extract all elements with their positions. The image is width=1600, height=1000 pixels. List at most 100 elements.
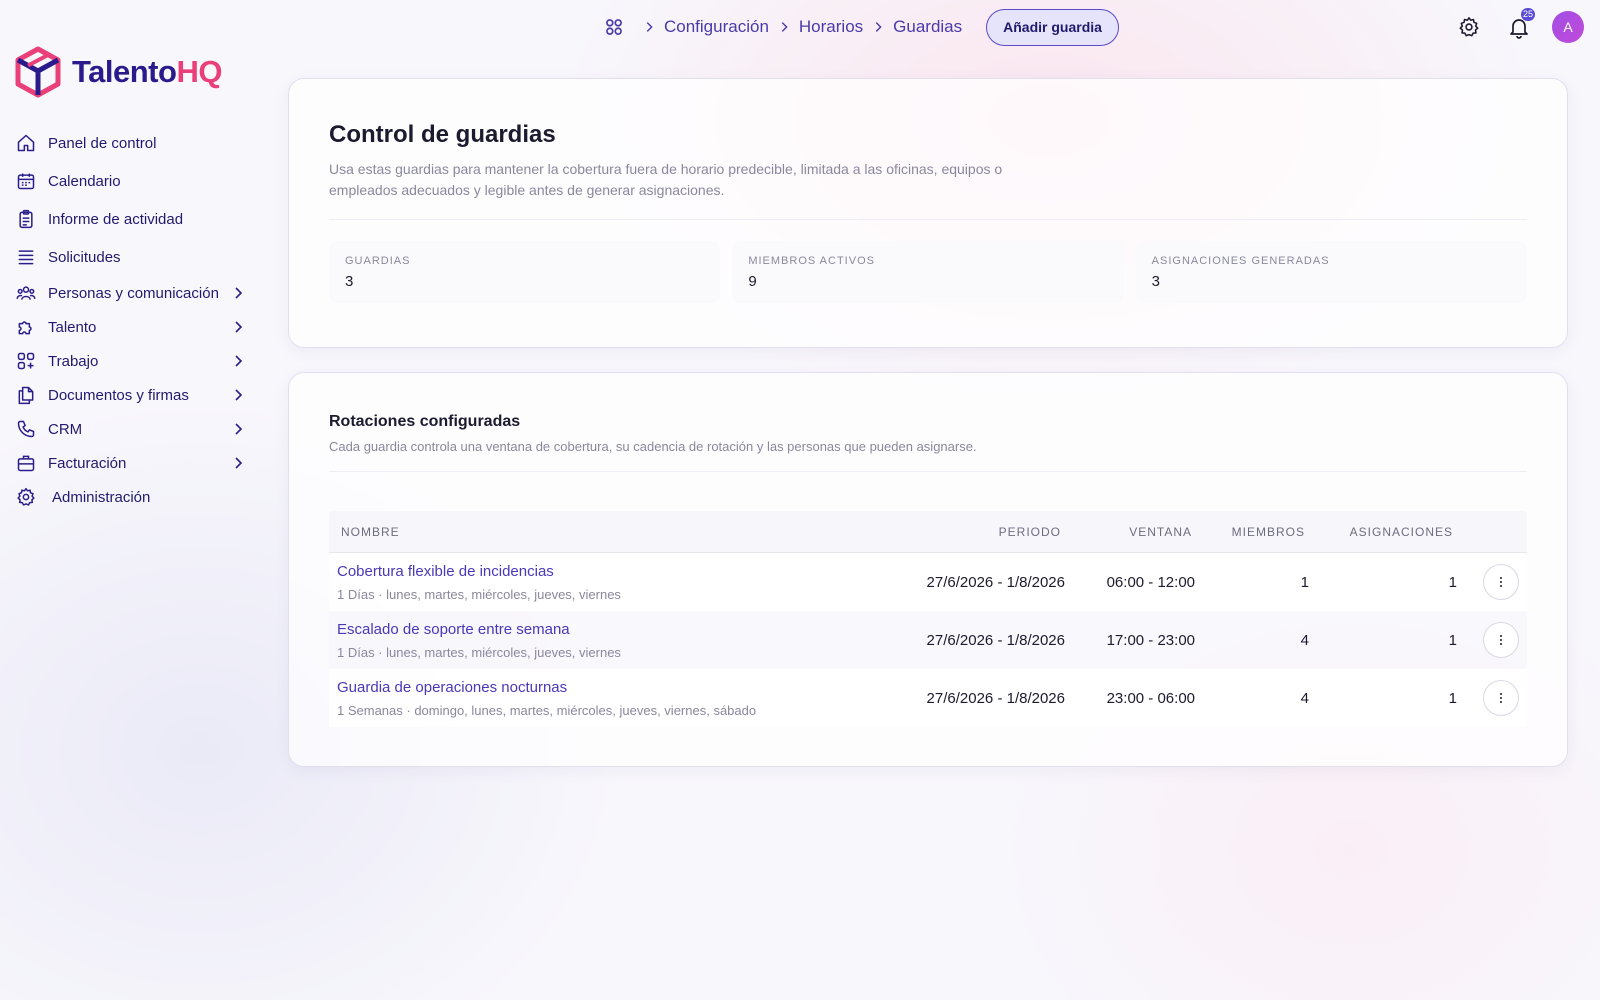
assignments-cell: 1	[1448, 574, 1457, 591]
brand-logo[interactable]: TalentoHQ	[14, 46, 222, 98]
rotation-name-link[interactable]: Cobertura flexible de incidencias	[337, 563, 554, 580]
stat-guardias: GUARDIAS 3	[329, 241, 721, 303]
period-cell: 27/6/2026 - 1/8/2026	[926, 690, 1065, 707]
breadcrumb-configuracion[interactable]: Configuración	[664, 17, 769, 37]
users-icon	[16, 283, 36, 303]
rotation-detail: 1 Días · lunes, martes, miércoles, jueve…	[337, 587, 621, 602]
page-description: Usa estas guardias para mantener la cobe…	[329, 161, 1003, 198]
window-cell: 17:00 - 23:00	[1106, 632, 1195, 649]
divider	[329, 471, 1527, 472]
sidebar-item-label: Facturación	[48, 454, 127, 472]
chevron-right-icon	[235, 389, 243, 401]
notifications-button[interactable]: 25	[1502, 8, 1536, 44]
stats-row: GUARDIAS 3 MIEMBROS ACTIVOS 9 ASIGNACION…	[329, 241, 1527, 303]
more-vertical-icon	[1500, 693, 1502, 703]
column-header-nombre[interactable]: NOMBRE	[341, 525, 400, 539]
sidebar-item-label: Calendario	[48, 172, 121, 190]
sidebar-item-label: Talento	[48, 318, 97, 336]
brand-name: TalentoHQ	[72, 54, 222, 89]
sidebar-item-crm[interactable]: CRM	[16, 412, 246, 446]
documents-icon	[16, 385, 36, 405]
breadcrumb-horarios[interactable]: Horarios	[799, 17, 863, 37]
rotations-card: Rotaciones configuradas Cada guardia con…	[288, 372, 1568, 767]
sidebar-item-label: Documentos y firmas	[48, 386, 189, 404]
calendar-icon	[16, 171, 36, 191]
period-cell: 27/6/2026 - 1/8/2026	[926, 574, 1065, 591]
stat-value: 3	[345, 273, 354, 290]
sidebar-item-documentos-y-firmas[interactable]: Documentos y firmas	[16, 378, 246, 412]
home-icon	[16, 133, 36, 153]
clipboard-icon	[16, 209, 36, 229]
chevron-right-icon	[235, 287, 243, 299]
sidebar-item-label: Trabajo	[48, 352, 99, 370]
sidebar-item-facturacion[interactable]: Facturación	[16, 446, 246, 480]
members-cell: 1	[1300, 574, 1309, 591]
sidebar-item-administracion[interactable]: Administración	[16, 480, 246, 514]
sidebar-item-solicitudes[interactable]: Solicitudes	[16, 240, 246, 274]
period-cell: 27/6/2026 - 1/8/2026	[926, 632, 1065, 649]
chevron-right-icon	[235, 457, 243, 469]
list-icon	[16, 247, 36, 267]
row-menu-button[interactable]	[1483, 564, 1519, 600]
rotation-name-link[interactable]: Escalado de soporte entre semana	[337, 621, 570, 638]
column-header-miembros[interactable]: MIEMBROS	[1232, 525, 1305, 539]
notification-count-badge: 25	[1520, 8, 1535, 21]
chevron-right-icon	[781, 22, 788, 32]
table-header: NOMBRE PERIODO VENTANA MIEMBROS ASIGNACI…	[329, 511, 1527, 553]
grid-plus-icon	[16, 351, 36, 371]
row-menu-button[interactable]	[1483, 680, 1519, 716]
window-cell: 23:00 - 06:00	[1106, 690, 1195, 707]
puzzle-icon	[16, 317, 36, 337]
stat-label: GUARDIAS	[345, 255, 411, 267]
members-cell: 4	[1300, 632, 1309, 649]
chevron-right-icon	[875, 22, 882, 32]
divider	[329, 219, 1527, 220]
stat-value: 3	[1151, 273, 1160, 290]
sidebar-item-label: Panel de control	[48, 134, 157, 152]
more-vertical-icon	[1500, 577, 1502, 587]
sidebar-item-label: CRM	[48, 420, 83, 438]
sidebar-item-label: Informe de actividad	[48, 210, 184, 228]
rotations-table: NOMBRE PERIODO VENTANA MIEMBROS ASIGNACI…	[329, 511, 1527, 727]
overview-card: Control de guardias Usa estas guardias p…	[288, 78, 1568, 348]
sidebar-item-label: Solicitudes	[48, 248, 121, 266]
phone-icon	[16, 419, 36, 439]
sidebar-item-trabajo[interactable]: Trabajo	[16, 344, 246, 378]
column-header-ventana[interactable]: VENTANA	[1129, 525, 1192, 539]
sidebar-item-panel-de-control[interactable]: Panel de control	[16, 126, 246, 160]
apps-grid-icon[interactable]	[604, 17, 624, 37]
more-vertical-icon	[1500, 635, 1502, 645]
breadcrumb-guardias: Guardias	[893, 17, 963, 36]
column-header-asignaciones[interactable]: ASIGNACIONES	[1350, 525, 1453, 539]
table-row[interactable]: Cobertura flexible de incidencias 1 Días…	[329, 553, 1527, 611]
stat-miembros-activos: MIEMBROS ACTIVOS 9	[732, 241, 1124, 303]
chevron-right-icon	[646, 22, 653, 32]
window-cell: 06:00 - 12:00	[1106, 574, 1195, 591]
column-header-periodo[interactable]: PERIODO	[999, 525, 1061, 539]
add-guard-button[interactable]: Añadir guardia	[986, 8, 1119, 46]
table-row[interactable]: Escalado de soporte entre semana 1 Días …	[329, 611, 1527, 669]
chevron-right-icon	[235, 355, 243, 367]
assignments-cell: 1	[1448, 632, 1457, 649]
table-row[interactable]: Guardia de operaciones nocturnas 1 Seman…	[329, 669, 1527, 727]
sidebar-item-calendario[interactable]: Calendario	[16, 164, 246, 198]
sidebar-item-personas-y-comunicacion[interactable]: Personas y comunicación	[16, 276, 246, 310]
stat-asignaciones-generadas: ASIGNACIONES GENERADAS 3	[1135, 241, 1527, 303]
sidebar-item-informe-de-actividad[interactable]: Informe de actividad	[16, 202, 246, 236]
row-menu-button[interactable]	[1483, 622, 1519, 658]
stat-label: ASIGNACIONES GENERADAS	[1151, 255, 1330, 267]
members-cell: 4	[1300, 690, 1309, 707]
sidebar-item-label: Personas y comunicación	[48, 284, 219, 302]
assignments-cell: 1	[1448, 690, 1457, 707]
sidebar-item-talento[interactable]: Talento	[16, 310, 246, 344]
rotation-detail: 1 Semanas · domingo, lunes, martes, miér…	[337, 703, 757, 718]
gear-icon	[1459, 17, 1479, 37]
rotation-name-link[interactable]: Guardia de operaciones nocturnas	[337, 679, 567, 696]
page-title: Control de guardias	[329, 121, 556, 148]
sidebar-item-label: Administración	[52, 488, 151, 506]
section-description: Cada guardia controla una ventana de cob…	[329, 439, 977, 454]
avatar[interactable]: A	[1552, 11, 1584, 43]
chevron-right-icon	[235, 423, 243, 435]
stat-value: 9	[748, 273, 757, 290]
settings-button[interactable]	[1452, 10, 1486, 44]
